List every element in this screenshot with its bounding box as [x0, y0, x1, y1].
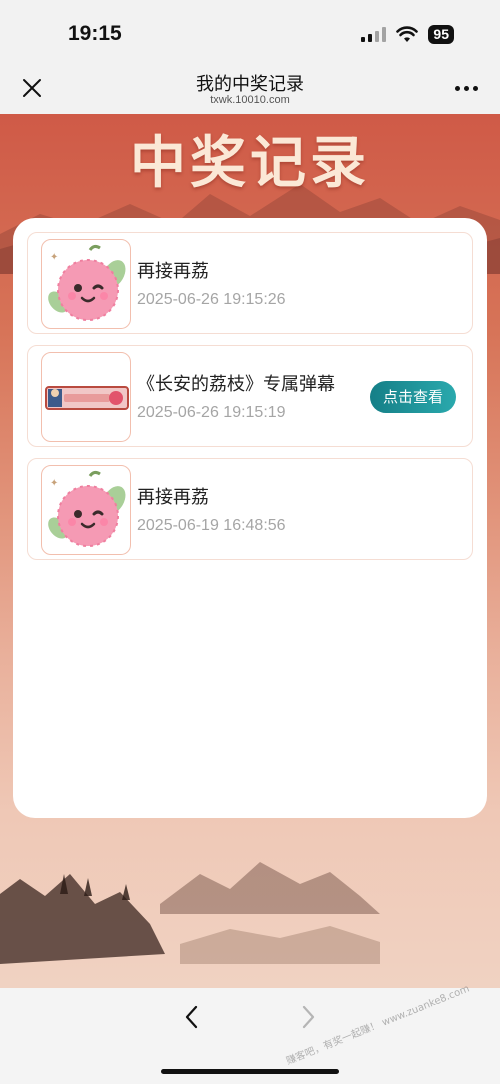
svg-text:✦: ✦	[50, 478, 58, 489]
record-item[interactable]: ✦ 再接再荔 2025-06-19 16:48:56	[27, 458, 473, 560]
svg-text:✦: ✦	[50, 252, 58, 263]
lychee-mascot-thumb: ✦	[41, 239, 131, 329]
record-time: 2025-06-19 16:48:56	[137, 517, 286, 534]
forward-arrow-icon[interactable]	[298, 1004, 318, 1030]
back-arrow-icon[interactable]	[182, 1004, 202, 1030]
lychee-mascot-thumb: ✦	[41, 465, 131, 555]
status-icons: 95	[361, 24, 454, 44]
record-title: 再接再荔	[137, 261, 209, 282]
record-item[interactable]: ✦ 再接再荔 2025-06-26 19:15:26	[27, 232, 473, 334]
lychee-mascot-icon: ✦	[48, 244, 126, 321]
danmaku-banner-thumb	[41, 352, 131, 442]
page-url: txwk.10010.com	[210, 94, 290, 106]
records-card: ✦ 再接再荔 2025-06-26 19:15:26 《长安的荔枝》专属弹幕 2…	[13, 218, 487, 818]
wifi-icon	[396, 25, 419, 42]
hero-title: 中奖记录	[130, 130, 370, 196]
home-indicator	[161, 1069, 339, 1074]
status-bar: 19:15 95	[0, 0, 500, 62]
lychee-mascot-icon: ✦	[48, 470, 126, 547]
record-time: 2025-06-26 19:15:26	[137, 291, 286, 308]
landscape-decoration	[0, 862, 380, 964]
danmaku-banner-icon	[45, 386, 129, 410]
signal-icon	[361, 26, 387, 42]
status-time: 19:15	[68, 22, 122, 45]
record-time: 2025-06-26 19:15:19	[137, 404, 286, 421]
view-button[interactable]: 点击查看	[370, 381, 456, 413]
battery-icon: 95	[428, 24, 454, 44]
record-title: 再接再荔	[137, 487, 209, 508]
nav-bar: 我的中奖记录 txwk.10010.com	[0, 62, 500, 114]
record-title: 《长安的荔枝》专属弹幕	[137, 374, 335, 395]
page-title: 我的中奖记录	[196, 74, 304, 95]
record-item[interactable]: 《长安的荔枝》专属弹幕 2025-06-26 19:15:19 点击查看	[27, 345, 473, 447]
more-icon[interactable]	[455, 86, 478, 91]
